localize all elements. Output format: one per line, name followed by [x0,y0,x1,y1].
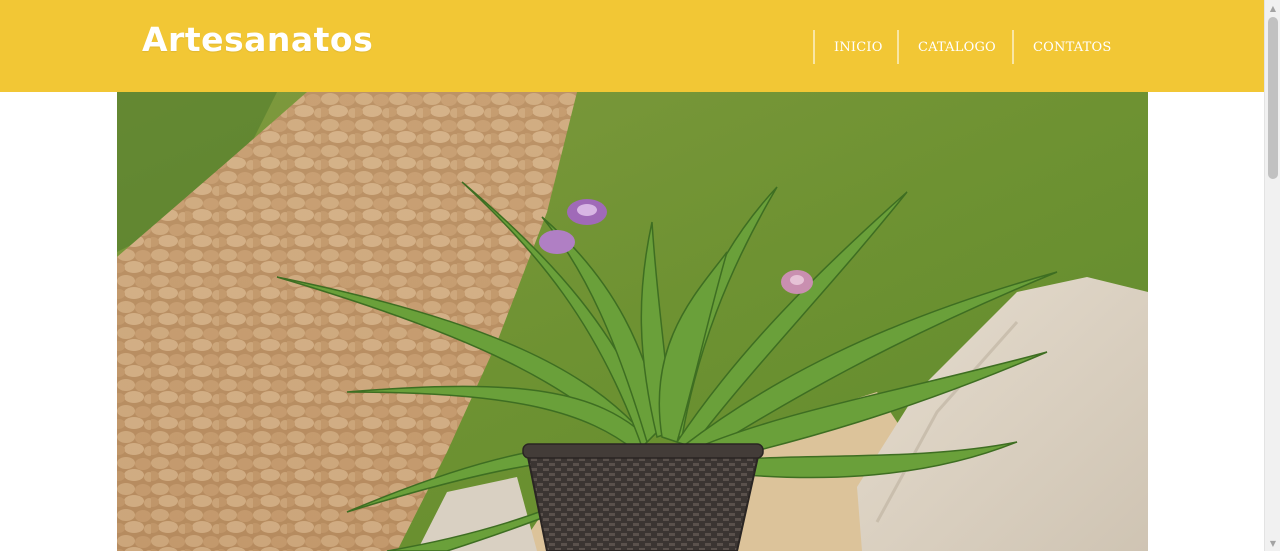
site-logo[interactable]: Artesanatos [142,20,373,59]
main-nav: INICIO CATALOGO CONTATOS [813,30,1122,64]
nav-link-inicio[interactable]: INICIO [813,30,897,64]
nav-link-contatos[interactable]: CONTATOS [1012,30,1122,64]
hero-image [117,92,1148,551]
scroll-down-icon[interactable]: ▼ [1265,535,1280,551]
page-scrollbar[interactable]: ▲ ▼ [1264,0,1280,551]
scroll-up-icon[interactable]: ▲ [1265,0,1280,16]
scrollbar-thumb[interactable] [1268,17,1278,179]
bromeliad-photo [117,92,1148,551]
site-header: Artesanatos INICIO CATALOGO CONTATOS [0,0,1264,92]
nav-link-catalogo[interactable]: CATALOGO [897,30,1012,64]
